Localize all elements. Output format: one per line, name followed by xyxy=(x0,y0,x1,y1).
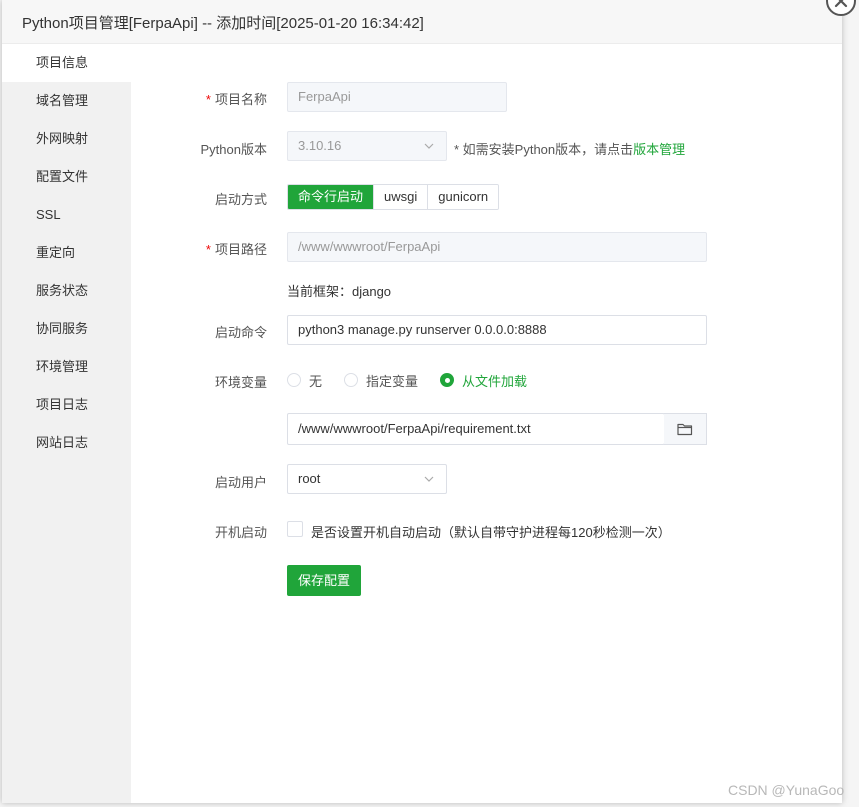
folder-icon xyxy=(677,423,693,436)
sidebar-item-domain[interactable]: 域名管理 xyxy=(2,82,131,120)
start-method-uwsgi-option[interactable]: uwsgi xyxy=(374,185,429,209)
sidebar-item-service-status[interactable]: 服务状态 xyxy=(2,272,131,310)
start-method-segmented: 命令行启动 uwsgi gunicorn xyxy=(287,184,500,210)
dialog-title: Python项目管理[FerpaApi] -- 添加时间[2025-01-20 … xyxy=(22,15,424,32)
chevron-down-icon xyxy=(424,143,434,149)
project-name-label: * 项目名称 xyxy=(131,89,267,108)
required-mark: * xyxy=(205,242,211,257)
python-version-label: Python版本 xyxy=(200,142,267,157)
project-info-form: * 项目名称 FerpaApi Python版本 3.10.16 * 如需安装Py… xyxy=(131,44,842,803)
project-path-label-text: 项目路径 xyxy=(214,242,267,257)
python-project-dialog: Python项目管理[FerpaApi] -- 添加时间[2025-01-20 … xyxy=(2,0,842,803)
save-config-button[interactable]: 保存配置 xyxy=(287,565,361,596)
env-none-radio[interactable]: 无 xyxy=(287,371,322,390)
env-from-file-label: 从文件加载 xyxy=(462,373,528,389)
project-path-label: * 项目路径 xyxy=(131,239,267,258)
radio-circle xyxy=(440,373,455,387)
version-management-link[interactable]: 版本管理 xyxy=(633,142,685,157)
env-file-path-input[interactable]: /www/wwwroot/FerpaApi/requirement.txt xyxy=(287,413,665,445)
autostart-checkbox-label: 是否设置开机自动启动（默认自带守护进程每120秒检测一次） xyxy=(311,525,671,540)
sidebar-item-redirect[interactable]: 重定向 xyxy=(2,234,131,272)
sidebar: 项目信息 域名管理 外网映射 配置文件 SSL 重定向 服务状态 协同服务 环境… xyxy=(2,44,131,803)
start-command-input[interactable]: python3 manage.py runserver 0.0.0.0:8888 xyxy=(287,315,707,345)
start-user-label: 启动用户 xyxy=(214,475,267,490)
python-version-hint-text: * 如需安装Python版本，请点击 xyxy=(454,142,634,157)
csdn-watermark: CSDN @YunaGoo xyxy=(728,782,845,798)
current-framework-text: 当前框架：django xyxy=(287,284,392,299)
folder-browse-button[interactable] xyxy=(664,413,707,445)
project-name-label-text: 项目名称 xyxy=(214,92,267,107)
radio-circle xyxy=(344,373,359,387)
project-path-input[interactable]: /www/wwwroot/FerpaApi xyxy=(287,232,707,262)
start-command-label: 启动命令 xyxy=(214,325,267,340)
start-method-cmd-option[interactable]: 命令行启动 xyxy=(288,185,375,209)
close-icon xyxy=(834,0,848,8)
start-user-value: root xyxy=(298,471,321,486)
sidebar-item-cooperative-service[interactable]: 协同服务 xyxy=(2,310,131,348)
project-name-input[interactable]: FerpaApi xyxy=(287,82,507,112)
sidebar-item-port-mapping[interactable]: 外网映射 xyxy=(2,120,131,158)
dialog-title-bar: Python项目管理[FerpaApi] -- 添加时间[2025-01-20 … xyxy=(2,0,842,44)
env-from-file-radio[interactable]: 从文件加载 xyxy=(440,371,527,390)
python-version-value: 3.10.16 xyxy=(298,138,342,153)
sidebar-item-config-file[interactable]: 配置文件 xyxy=(2,158,131,196)
start-user-select[interactable]: root xyxy=(287,464,447,494)
start-method-label: 启动方式 xyxy=(214,192,267,207)
python-version-hint: * 如需安装Python版本，请点击版本管理 xyxy=(454,139,685,158)
chevron-down-icon xyxy=(424,476,434,482)
sidebar-item-ssl[interactable]: SSL xyxy=(2,196,131,234)
env-specify-label: 指定变量 xyxy=(366,373,419,389)
env-vars-label: 环境变量 xyxy=(214,375,267,390)
env-vars-radio-group: 无 指定变量 从文件加载 xyxy=(287,370,549,390)
sidebar-item-project-log[interactable]: 项目日志 xyxy=(2,386,131,424)
sidebar-item-project-info[interactable]: 项目信息 xyxy=(2,44,131,82)
env-specify-radio[interactable]: 指定变量 xyxy=(344,371,418,390)
required-mark: * xyxy=(205,92,211,107)
env-none-label: 无 xyxy=(309,373,323,389)
autostart-checkbox[interactable] xyxy=(287,521,303,537)
sidebar-item-site-log[interactable]: 网站日志 xyxy=(2,424,131,462)
start-method-gunicorn-option[interactable]: gunicorn xyxy=(428,185,499,209)
python-version-select[interactable]: 3.10.16 xyxy=(287,131,447,161)
sidebar-item-env-management[interactable]: 环境管理 xyxy=(2,348,131,386)
autostart-label: 开机启动 xyxy=(214,525,267,540)
radio-circle xyxy=(287,373,301,387)
